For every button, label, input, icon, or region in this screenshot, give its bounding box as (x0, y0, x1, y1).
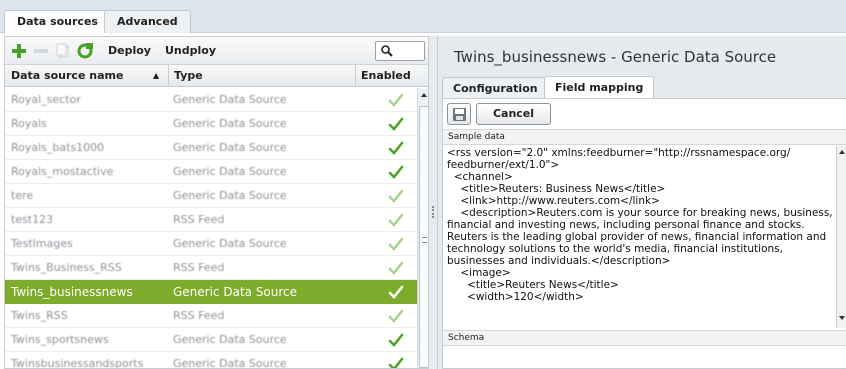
data-source-name-cell: TestImages (11, 237, 73, 250)
detail-title: Twins_businessnews - Generic Data Source (454, 48, 777, 66)
data-source-name-cell: Royal_sector (11, 93, 81, 106)
table-row[interactable]: Royals Generic Data Source (5, 112, 417, 136)
plus-icon[interactable] (11, 43, 27, 59)
data-source-name-cell: Twinsbusinessandsports (11, 357, 144, 369)
checkmark-icon[interactable] (388, 260, 404, 276)
data-source-type-cell: Generic Data Source (173, 237, 287, 250)
column-header-type[interactable]: Type (168, 65, 355, 87)
checkmark-icon[interactable] (388, 188, 404, 204)
sample-data-text[interactable]: <rss version="2.0" xmlns:feedburner="htt… (447, 147, 837, 330)
data-source-type-cell: Generic Data Source (173, 285, 298, 299)
checkmark-icon[interactable] (388, 284, 404, 300)
scroll-up-icon[interactable] (839, 150, 845, 154)
table-row[interactable]: TestImages Generic Data Source (5, 232, 417, 256)
sample-data-header: Sample data (443, 129, 846, 145)
scrollbar-thumb[interactable] (419, 106, 428, 368)
table-row[interactable]: test123 RSS Feed (5, 208, 417, 232)
checkmark-icon[interactable] (388, 164, 404, 180)
table-row[interactable]: Royals_mostactive Generic Data Source (5, 160, 417, 184)
checkmark-icon[interactable] (388, 236, 404, 252)
data-source-type-cell: Generic Data Source (173, 357, 287, 369)
cancel-button[interactable]: Cancel (476, 103, 551, 125)
data-source-name-cell: Royals_mostactive (11, 165, 114, 178)
table-row[interactable]: Royals_bats1000 Generic Data Source (5, 136, 417, 160)
column-header-enabled[interactable]: Enabled (355, 65, 417, 87)
data-source-name-cell: tere (11, 189, 34, 202)
checkmark-icon[interactable] (388, 140, 404, 156)
checkmark-icon[interactable] (388, 356, 404, 369)
data-source-list-panel: Deploy Undploy Data source name ▲ Type E… (4, 36, 429, 369)
data-source-name-cell: Royals_bats1000 (11, 141, 105, 154)
undeploy-button[interactable]: Undploy (165, 44, 216, 57)
data-source-type-cell: RSS Feed (173, 309, 225, 322)
data-source-name-cell: Twins_businessnews (11, 285, 133, 299)
field-mapping-content: Cancel Sample data <rss version="2.0" xm… (442, 98, 846, 369)
panel-splitter[interactable] (429, 36, 437, 369)
deploy-button[interactable]: Deploy (108, 44, 151, 57)
copy-icon[interactable] (55, 43, 71, 59)
save-button[interactable] (447, 103, 471, 125)
search-button[interactable] (375, 41, 425, 61)
floppy-disk-icon (453, 108, 466, 121)
checkmark-icon[interactable] (388, 332, 404, 348)
detail-tab-bar: Configuration Field mapping (438, 74, 846, 100)
data-source-type-cell: Generic Data Source (173, 189, 287, 202)
data-source-name-cell: Twins_sportsnews (11, 333, 109, 346)
data-source-name-cell: Royals (11, 117, 47, 130)
sample-data-scrollbar[interactable] (836, 146, 846, 328)
tab-field-mapping[interactable]: Field mapping (544, 76, 655, 100)
sort-asc-icon: ▲ (153, 71, 160, 80)
checkmark-icon[interactable] (388, 116, 404, 132)
table-row[interactable]: Royal_sector Generic Data Source (5, 88, 417, 112)
data-source-type-cell: Generic Data Source (173, 117, 287, 130)
search-icon (381, 45, 393, 57)
data-source-name-cell: Twins_RSS (11, 309, 68, 322)
tab-configuration[interactable]: Configuration (442, 77, 549, 99)
tab-data-sources[interactable]: Data sources (4, 10, 111, 34)
checkmark-icon[interactable] (388, 92, 404, 108)
scroll-up-icon[interactable] (421, 93, 427, 97)
refresh-icon[interactable] (77, 43, 93, 59)
scroll-down-icon[interactable] (839, 316, 845, 320)
data-source-type-cell: RSS Feed (173, 213, 225, 226)
data-source-type-cell: RSS Feed (173, 261, 225, 274)
table-row[interactable]: Twins_businessnews Generic Data Source (5, 280, 417, 304)
column-header-name[interactable]: Data source name ▲ (5, 65, 168, 87)
table-header: Data source name ▲ Type Enabled (5, 65, 428, 87)
data-source-name-cell: Twins_Business_RSS (11, 261, 122, 274)
data-source-type-cell: Generic Data Source (173, 93, 287, 106)
table-row[interactable]: Twins_sportsnews Generic Data Source (5, 328, 417, 352)
table-row[interactable]: Twins_Business_RSS RSS Feed (5, 256, 417, 280)
minus-icon[interactable] (33, 43, 49, 59)
table-row[interactable]: tere Generic Data Source (5, 184, 417, 208)
column-header-name-label: Data source name (11, 69, 124, 82)
data-source-type-cell: Generic Data Source (173, 333, 287, 346)
checkmark-icon[interactable] (388, 308, 404, 324)
table-scrollbar[interactable] (417, 88, 428, 368)
table-row[interactable]: Twins_RSS RSS Feed (5, 304, 417, 328)
tab-advanced[interactable]: Advanced (104, 10, 191, 33)
data-source-table-body: Royal_sector Generic Data Source Royals Gen… (5, 88, 417, 369)
checkmark-icon[interactable] (388, 212, 404, 228)
schema-header: Schema (443, 330, 846, 346)
detail-panel: Twins_businessnews - Generic Data Source… (437, 36, 846, 369)
list-toolbar: Deploy Undploy (5, 37, 428, 65)
table-row[interactable]: Twinsbusinessandsports Generic Data Sourc… (5, 352, 417, 369)
data-source-name-cell: test123 (11, 213, 54, 226)
data-source-type-cell: Generic Data Source (173, 165, 287, 178)
top-tab-bar: Data sources Advanced (0, 0, 846, 34)
data-source-type-cell: Generic Data Source (173, 141, 287, 154)
